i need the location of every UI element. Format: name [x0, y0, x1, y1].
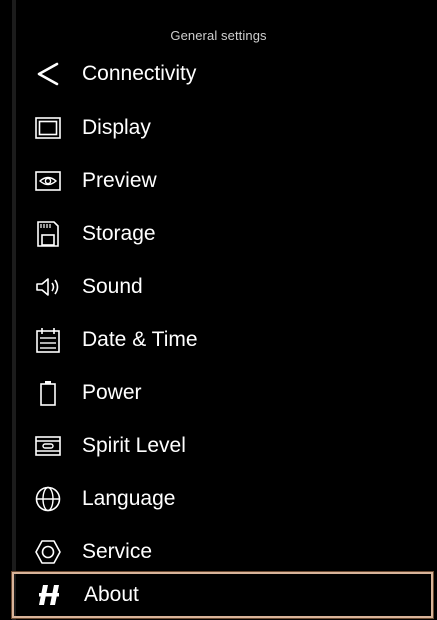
hasselblad-h-icon	[36, 581, 64, 609]
menu-item-display[interactable]: Display	[12, 106, 433, 150]
menu-item-preview[interactable]: Preview	[12, 159, 433, 203]
menu-item-label: Date & Time	[82, 328, 198, 351]
sd-card-icon	[34, 220, 62, 248]
menu-item-spirit-level[interactable]: Spirit Level	[12, 424, 433, 468]
menu-item-storage[interactable]: Storage	[12, 212, 433, 256]
menu-item-label: Sound	[82, 275, 143, 298]
calendar-icon	[34, 326, 62, 354]
menu-item-about[interactable]: About	[11, 571, 434, 619]
menu-item-label: Preview	[82, 169, 157, 192]
battery-icon	[34, 379, 62, 407]
spirit-level-icon	[34, 432, 62, 460]
menu-item-language[interactable]: Language	[12, 477, 433, 521]
speaker-icon	[34, 273, 62, 301]
display-icon	[34, 114, 62, 142]
menu-item-label: Connectivity	[82, 62, 197, 85]
menu-item-label: Service	[82, 540, 153, 563]
menu-item-connectivity[interactable]: Connectivity	[12, 52, 433, 96]
menu-item-label: Language	[82, 487, 176, 510]
share-icon	[34, 60, 62, 88]
menu-item-power[interactable]: Power	[12, 371, 433, 415]
menu-item-service[interactable]: Service	[12, 530, 433, 574]
menu-item-label: About	[84, 583, 139, 606]
menu-item-sound[interactable]: Sound	[12, 265, 433, 309]
menu-item-label: Spirit Level	[82, 434, 186, 457]
menu-item-label: Storage	[82, 222, 156, 245]
menu-item-label: Display	[82, 116, 151, 139]
page-title: General settings	[170, 28, 267, 43]
globe-icon	[34, 485, 62, 513]
hexagon-nut-icon	[34, 538, 62, 566]
menu-item-label: Power	[82, 381, 142, 404]
preview-eye-icon	[34, 167, 62, 195]
menu-item-date-time[interactable]: Date & Time	[12, 318, 433, 362]
